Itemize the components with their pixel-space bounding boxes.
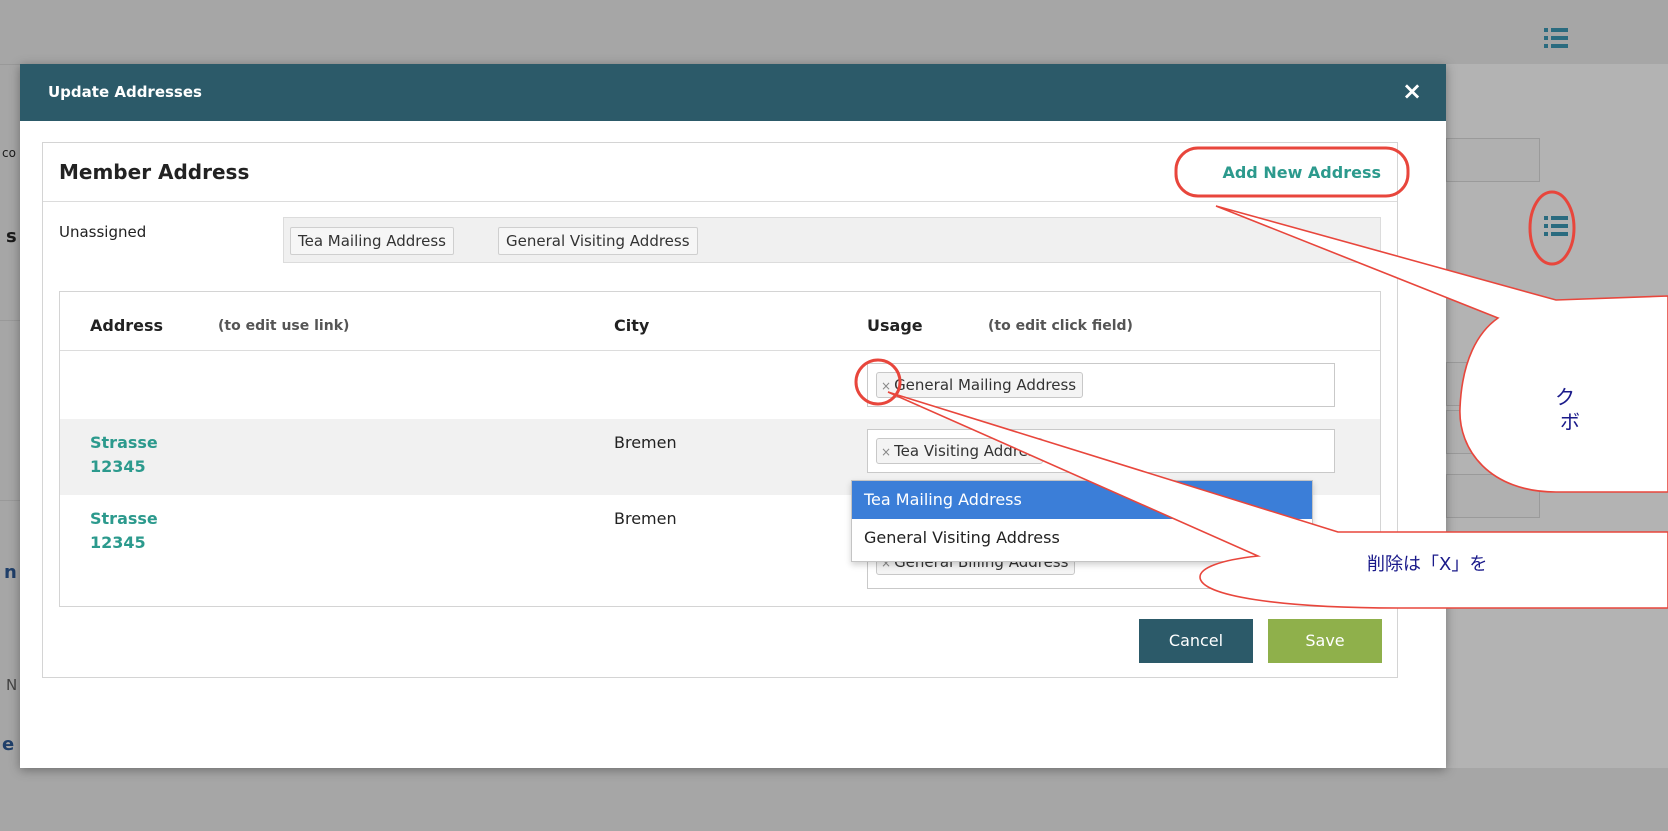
address-link[interactable]: Strasse 12345: [90, 431, 158, 479]
city-cell: Bremen: [614, 509, 677, 528]
unassigned-label: Unassigned: [59, 223, 147, 241]
header-usage-hint: (to edit click field): [988, 318, 1133, 334]
usage-tag-label: General Mailing Address: [894, 376, 1077, 394]
bg-text-fragment: N: [6, 676, 18, 694]
remove-tag-icon[interactable]: ×: [881, 445, 891, 459]
update-addresses-modal: Update Addresses × Member Address Add Ne…: [20, 64, 1446, 768]
callout-text: 削除は「X」を: [1367, 554, 1488, 575]
header-city: City: [614, 316, 650, 335]
list-icon[interactable]: [1544, 28, 1568, 48]
unassigned-chips-box: Tea Mailing Address General Visiting Add…: [283, 217, 1381, 263]
close-icon[interactable]: ×: [1398, 77, 1426, 105]
usage-tag-label: Tea Visiting Addres: [894, 442, 1036, 460]
usage-dropdown: Tea Mailing Address General Visiting Add…: [851, 480, 1313, 562]
dropdown-option[interactable]: General Visiting Address: [852, 519, 1312, 557]
modal-title: Update Addresses: [48, 83, 202, 101]
usage-tag: × Tea Visiting Addres: [876, 438, 1043, 464]
city-cell: Bremen: [614, 433, 677, 452]
table-row: × General Mailing Address: [60, 351, 1380, 419]
list-icon[interactable]: [1544, 216, 1568, 236]
bg-field: [1446, 362, 1540, 406]
usage-field[interactable]: × Tea Visiting Addres: [867, 429, 1335, 473]
bg-divider: [0, 320, 20, 321]
panel-title: Member Address: [59, 160, 250, 184]
unassigned-chip[interactable]: Tea Mailing Address: [290, 227, 454, 255]
address-line: Strasse: [90, 509, 158, 528]
save-button[interactable]: Save: [1268, 619, 1382, 663]
bg-field: [1446, 410, 1540, 454]
bg-field: [1446, 138, 1540, 182]
panel-header: Member Address Add New Address: [43, 143, 1397, 202]
unassigned-chip[interactable]: General Visiting Address: [498, 227, 698, 255]
address-link[interactable]: Strasse 12345: [90, 507, 158, 555]
usage-tag: × General Mailing Address: [876, 372, 1084, 398]
header-address-hint: (to edit use link): [218, 318, 350, 334]
dropdown-option[interactable]: Tea Mailing Address: [852, 481, 1312, 519]
callout-text: ボ: [1560, 410, 1580, 434]
header-usage: Usage: [867, 316, 923, 335]
bg-text-fragment: s: [6, 226, 17, 247]
bg-divider: [0, 500, 20, 501]
address-line: 12345: [90, 457, 146, 476]
add-new-address-link[interactable]: Add New Address: [1222, 163, 1381, 182]
bg-text-fragment: n: [4, 562, 17, 583]
address-line: 12345: [90, 533, 146, 552]
bg-text-fragment: co: [2, 146, 16, 160]
bg-field: [1446, 474, 1540, 518]
modal-header: Update Addresses ×: [20, 64, 1446, 121]
address-line: Strasse: [90, 433, 158, 452]
cancel-button[interactable]: Cancel: [1139, 619, 1253, 663]
bg-text-fragment: e: [2, 734, 15, 755]
header-address: Address: [90, 316, 164, 335]
remove-tag-icon[interactable]: ×: [881, 379, 891, 393]
usage-field[interactable]: × General Mailing Address: [867, 363, 1335, 407]
member-address-panel: Member Address Add New Address Unassigne…: [42, 142, 1398, 678]
